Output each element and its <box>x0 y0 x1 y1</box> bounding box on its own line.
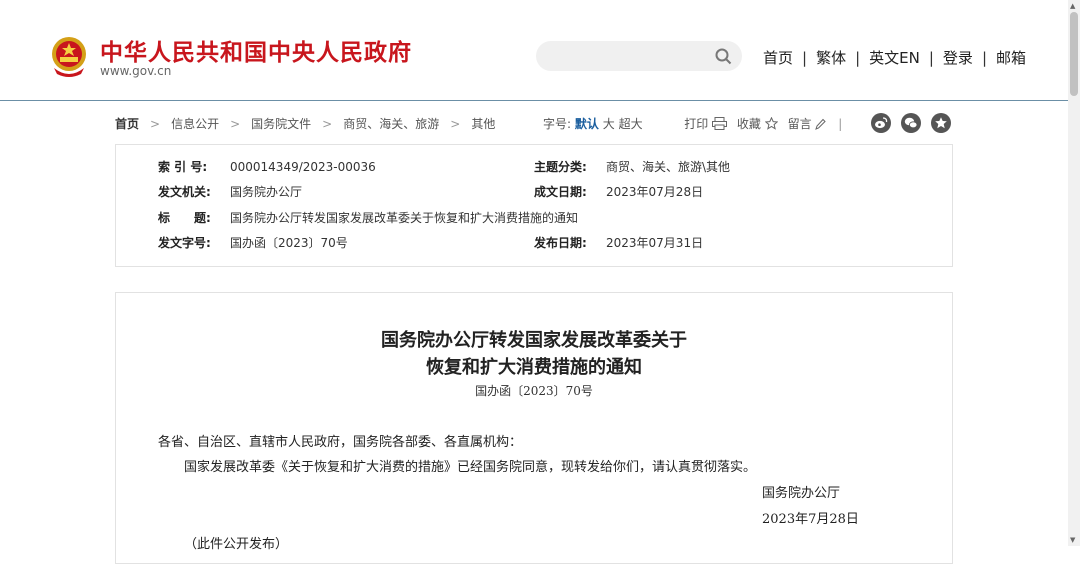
breadcrumb-item[interactable]: 信息公开 <box>171 117 219 131</box>
salutation: 各省、自治区、直辖市人民政府，国务院各部委、各直属机构： <box>158 435 523 450</box>
document-number: 国办函〔2023〕70号 <box>475 384 593 398</box>
meta-date-created-row: 成文日期: 2023年07月28日 <box>534 182 703 202</box>
issuer-label: 发文机关: <box>158 185 211 199</box>
nav-divider: | <box>802 49 808 67</box>
nav-mail[interactable]: 邮箱 <box>996 47 1026 68</box>
breadcrumb-home[interactable]: 首页 <box>115 117 139 131</box>
pub-date-label: 发布日期: <box>534 236 587 250</box>
wechat-icon[interactable] <box>901 112 921 133</box>
comment-button[interactable]: 留言 <box>788 117 812 131</box>
topic-label: 主题分类: <box>534 160 587 174</box>
nav-login[interactable]: 登录 <box>943 47 973 68</box>
meta-doc-no-row: 发文字号: 国办函〔2023〕70号 <box>158 233 348 253</box>
search-input[interactable] <box>536 41 742 71</box>
top-nav: 首页 | 繁体 | 英文EN | 登录 | 邮箱 <box>763 47 1026 68</box>
index-label: 索 引 号: <box>158 160 208 174</box>
document-title-line2: 恢复和扩大消费措施的通知 <box>426 357 642 378</box>
print-button[interactable]: 打印 <box>684 117 708 131</box>
topic-value: 商贸、海关、旅游\其他 <box>606 160 731 174</box>
meta-index-row: 索 引 号: 000014349/2023-00036 <box>158 157 376 177</box>
star-icon[interactable] <box>764 116 779 130</box>
scroll-thumb[interactable] <box>1070 12 1078 96</box>
date-created-label: 成文日期: <box>534 185 587 199</box>
body-paragraph: 国家发展改革委《关于恢复和扩大消费的措施》已经国务院同意，现转发给你们，请认真贯… <box>184 460 757 475</box>
signature: 国务院办公厅 <box>762 486 841 501</box>
page-tools: 字号: 默认 大 超大 打印 收藏 留言 | <box>543 115 850 132</box>
breadcrumb: 首页 > 信息公开 > 国务院文件 > 商贸、海关、旅游 > 其他 <box>115 115 495 132</box>
favorite-star-icon[interactable] <box>931 112 951 133</box>
breadcrumb-item[interactable]: 其他 <box>471 117 495 131</box>
scroll-up-icon[interactable]: ▲ <box>1070 2 1075 10</box>
scrollbar[interactable]: ▲ ▼ <box>1068 0 1080 546</box>
site-header: 中华人民共和国中央人民政府 www.gov.cn 首页 | 繁体 | 英文EN | 登录 | 邮… <box>0 0 1068 101</box>
weibo-icon[interactable] <box>871 112 891 133</box>
issuer-value: 国务院办公厅 <box>230 185 303 199</box>
national-emblem-icon[interactable] <box>48 34 90 78</box>
chevron-right-icon: > <box>150 117 161 131</box>
breadcrumb-item[interactable]: 商贸、海关、旅游 <box>343 117 439 131</box>
nav-traditional[interactable]: 繁体 <box>816 47 846 68</box>
font-size-xlarge[interactable]: 超大 <box>619 117 643 131</box>
site-title[interactable]: 中华人民共和国中央人民政府 <box>100 33 412 67</box>
site-url[interactable]: www.gov.cn <box>100 64 171 78</box>
title-label: 标 题: <box>158 211 211 225</box>
pub-date-value: 2023年07月31日 <box>606 236 704 250</box>
chevron-right-icon: > <box>450 117 461 131</box>
breadcrumb-item[interactable]: 国务院文件 <box>251 117 311 131</box>
document-metadata-panel: 索 引 号: 000014349/2023-00036 主题分类: 商贸、海关、旅游… <box>115 144 953 267</box>
chevron-right-icon: > <box>230 117 241 131</box>
search-icon[interactable] <box>715 48 732 65</box>
meta-title-row: 标 题: 国务院办公厅转发国家发展改革委关于恢复和扩大消费措施的通知 <box>158 208 578 228</box>
doc-no-label: 发文字号: <box>158 236 211 250</box>
nav-divider: | <box>981 49 987 67</box>
pencil-icon[interactable] <box>815 118 827 130</box>
nav-divider: | <box>928 49 934 67</box>
favorite-button[interactable]: 收藏 <box>737 117 761 131</box>
document-title-line1: 国务院办公厅转发国家发展改革委关于 <box>381 330 687 351</box>
nav-divider: | <box>855 49 861 67</box>
font-size-large[interactable]: 大 <box>603 117 615 131</box>
font-size-default[interactable]: 默认 <box>575 117 599 131</box>
scroll-down-icon[interactable]: ▼ <box>1070 536 1075 544</box>
document-body: 国务院办公厅转发国家发展改革委关于 恢复和扩大消费措施的通知 国办函〔2023〕… <box>115 292 953 564</box>
date-created-value: 2023年07月28日 <box>606 185 704 199</box>
tools-divider: | <box>838 117 843 131</box>
sign-date: 2023年7月28日 <box>762 512 859 527</box>
print-icon[interactable] <box>712 117 728 130</box>
share-bar <box>871 112 961 133</box>
nav-home[interactable]: 首页 <box>763 47 793 68</box>
font-size-label: 字号: <box>543 117 572 131</box>
meta-pub-date-row: 发布日期: 2023年07月31日 <box>534 233 703 253</box>
chevron-right-icon: > <box>322 117 333 131</box>
meta-issuer-row: 发文机关: 国务院办公厅 <box>158 182 302 202</box>
index-value: 000014349/2023-00036 <box>230 160 376 174</box>
nav-english[interactable]: 英文EN <box>869 47 920 68</box>
meta-topic-row: 主题分类: 商贸、海关、旅游\其他 <box>534 157 730 177</box>
doc-no-value: 国办函〔2023〕70号 <box>230 236 348 250</box>
title-value: 国务院办公厅转发国家发展改革委关于恢复和扩大消费措施的通知 <box>230 211 579 225</box>
publication-note: （此件公开发布） <box>184 537 289 552</box>
